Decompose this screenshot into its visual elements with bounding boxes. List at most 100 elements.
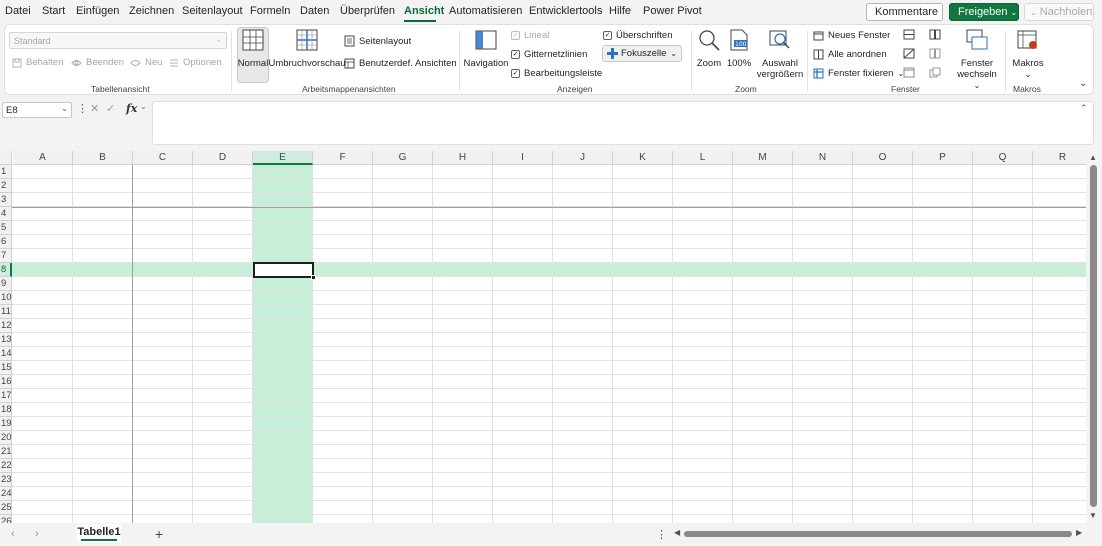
fill-handle[interactable] [311, 275, 316, 280]
zoom-to-selection-button[interactable]: Auswahl vergrößern [756, 29, 804, 80]
row-header[interactable]: 13 [0, 333, 12, 347]
custom-views-button[interactable]: Benutzerdef. Ansichten [344, 58, 457, 69]
arrange-all-button[interactable]: Alle anordnen [813, 49, 887, 60]
formula-bar-checkbox[interactable]: ✓ Bearbeitungsleiste [511, 68, 602, 79]
scroll-up-icon[interactable]: ▲ [1089, 153, 1097, 162]
page-layout-view-button[interactable]: Seitenlayout [344, 35, 411, 47]
column-header[interactable]: E [253, 151, 313, 165]
horizontal-scroll-thumb[interactable] [684, 531, 1072, 537]
row-header[interactable]: 3 [0, 193, 12, 207]
row-header[interactable]: 12 [0, 319, 12, 333]
freeze-panes-button[interactable]: Fenster fixieren ⌄ [813, 68, 904, 79]
row-header[interactable]: 2 [0, 179, 12, 193]
row-header[interactable]: 6 [0, 235, 12, 249]
share-button[interactable]: Freigeben ⌄ [949, 3, 1019, 21]
menu-automatisieren[interactable]: Automatisieren [449, 5, 522, 17]
insert-function-icon[interactable]: fx [126, 102, 137, 115]
unhide-window-icon[interactable] [903, 67, 915, 78]
name-box[interactable]: E8 ⌄ [2, 102, 72, 118]
view-options-button[interactable]: Optionen [169, 57, 222, 68]
menu-ueberpruefen[interactable]: Überprüfen [340, 5, 395, 17]
focus-cell-button[interactable]: Fokuszelle ⌄ [602, 45, 682, 62]
menu-zeichnen[interactable]: Zeichnen [129, 5, 174, 17]
menu-ansicht[interactable]: Ansicht [404, 5, 444, 17]
side-by-side-icon[interactable] [929, 29, 941, 40]
column-header[interactable]: Q [973, 151, 1033, 165]
row-header[interactable]: 8 [0, 263, 12, 277]
menu-daten[interactable]: Daten [300, 5, 329, 17]
column-header[interactable]: J [553, 151, 613, 165]
row-header[interactable]: 1 [0, 165, 12, 179]
row-header[interactable]: 15 [0, 361, 12, 375]
row-header[interactable]: 26 [0, 515, 12, 523]
row-header[interactable]: 9 [0, 277, 12, 291]
enter-icon[interactable]: ✓ [106, 102, 115, 115]
column-header[interactable]: R [1033, 151, 1086, 165]
macros-button[interactable]: Makros ⌄ [1009, 29, 1047, 80]
row-header[interactable]: 19 [0, 417, 12, 431]
column-header[interactable]: N [793, 151, 853, 165]
row-header[interactable]: 25 [0, 501, 12, 515]
split-icon[interactable] [903, 29, 915, 40]
scroll-right-icon[interactable]: ▶ [1076, 528, 1082, 537]
more-options-icon[interactable]: ⋮ [77, 102, 88, 115]
column-header[interactable]: M [733, 151, 793, 165]
more-options-icon[interactable]: ⋮ [656, 528, 667, 541]
page-break-preview-button[interactable]: Umbruchvorschau [268, 29, 346, 69]
menu-seitenlayout[interactable]: Seitenlayout [182, 5, 243, 17]
collapse-ribbon-icon[interactable]: ⌄ [1079, 78, 1087, 89]
row-header[interactable]: 23 [0, 473, 12, 487]
comments-button[interactable]: Kommentare [866, 3, 943, 21]
scroll-down-icon[interactable]: ▼ [1089, 511, 1097, 520]
column-header[interactable]: O [853, 151, 913, 165]
worksheet-grid[interactable]: ABCDEFGHIJKLMNOPQR 1 2 3 4 5 6 7 8 9 10 11 12 13 14 15… [0, 151, 1086, 523]
normal-view-button[interactable]: Normal [237, 29, 269, 69]
new-view-button[interactable]: Neu [130, 57, 162, 68]
switch-windows-button[interactable]: Fenster wechseln ⌄ [953, 29, 1001, 91]
chevron-left-icon[interactable]: ‹ [11, 528, 15, 540]
add-sheet-icon[interactable]: + [155, 526, 163, 542]
row-header[interactable]: 24 [0, 487, 12, 501]
zoom-button[interactable]: Zoom [694, 29, 724, 69]
horizontal-scrollbar[interactable]: ◀ ▶ [674, 528, 1086, 540]
column-header[interactable]: G [373, 151, 433, 165]
column-header[interactable]: K [613, 151, 673, 165]
row-header[interactable]: 11 [0, 305, 12, 319]
column-header[interactable]: A [13, 151, 73, 165]
cancel-icon[interactable]: ✕ [90, 102, 99, 115]
chevron-right-icon[interactable]: › [35, 528, 39, 540]
menu-einfuegen[interactable]: Einfügen [76, 5, 119, 17]
row-header[interactable]: 5 [0, 221, 12, 235]
menu-formeln[interactable]: Formeln [250, 5, 290, 17]
column-header[interactable]: B [73, 151, 133, 165]
column-header[interactable]: C [133, 151, 193, 165]
catch-up-button[interactable]: ⌄ Nachholen [1024, 3, 1094, 21]
column-header[interactable]: H [433, 151, 493, 165]
menu-power-pivot[interactable]: Power Pivot [643, 5, 702, 17]
column-header[interactable]: I [493, 151, 553, 165]
column-header[interactable]: L [673, 151, 733, 165]
synchronous-scrolling-icon[interactable] [929, 48, 941, 59]
hide-window-icon[interactable] [903, 48, 915, 59]
reset-window-position-icon[interactable] [929, 67, 941, 78]
zoom-100-button[interactable]: 100 100% [725, 29, 753, 69]
column-header[interactable]: F [313, 151, 373, 165]
menu-entwicklertools[interactable]: Entwicklertools [529, 5, 602, 17]
row-header[interactable]: 22 [0, 459, 12, 473]
menu-hilfe[interactable]: Hilfe [609, 5, 631, 17]
gridlines-checkbox[interactable]: ✓ Gitternetzlinien [511, 49, 587, 60]
vertical-scrollbar[interactable]: ▲ ▼ [1087, 151, 1102, 523]
sheet-view-combo[interactable]: Standard ⌄ [9, 32, 227, 49]
row-header[interactable]: 14 [0, 347, 12, 361]
row-header[interactable]: 7 [0, 249, 12, 263]
vertical-scroll-thumb[interactable] [1090, 165, 1097, 507]
headings-checkbox[interactable]: ✓ Überschriften [603, 30, 673, 41]
row-header[interactable]: 10 [0, 291, 12, 305]
menu-datei[interactable]: Datei [5, 5, 31, 17]
scroll-left-icon[interactable]: ◀ [674, 528, 680, 537]
column-header[interactable]: D [193, 151, 253, 165]
formula-input[interactable] [152, 101, 1094, 145]
ruler-checkbox[interactable]: ✓ Lineal [511, 30, 549, 41]
active-cell[interactable] [253, 262, 316, 280]
menu-start[interactable]: Start [42, 5, 65, 17]
